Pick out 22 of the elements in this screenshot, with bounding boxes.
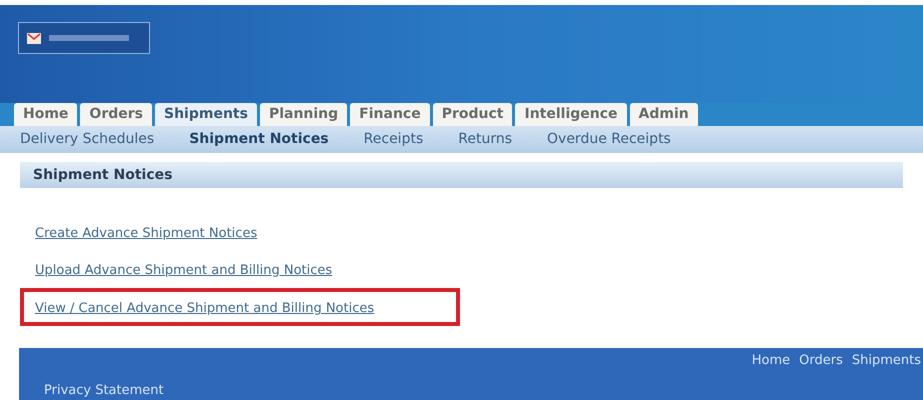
nav-tab[interactable]: Product: [432, 103, 512, 126]
footer-link[interactable]: Orders: [799, 351, 843, 370]
privacy-link[interactable]: Privacy Statement: [44, 380, 923, 400]
nav-tab[interactable]: Finance: [350, 103, 430, 126]
nav-tab[interactable]: Shipments: [154, 103, 257, 126]
subtab-link[interactable]: Delivery Schedules: [20, 129, 154, 150]
subtab-link[interactable]: Receipts: [364, 129, 424, 150]
subtab-link[interactable]: Overdue Receipts: [547, 129, 671, 150]
nav-tab[interactable]: Planning: [260, 103, 348, 126]
nav-tab[interactable]: Orders: [80, 103, 152, 126]
notice-link[interactable]: Create Advance Shipment Notices: [35, 226, 258, 241]
footer-link[interactable]: Shipments: [852, 351, 921, 370]
notice-link[interactable]: Upload Advance Shipment and Billing Notices: [35, 263, 332, 278]
nav-tab[interactable]: Home: [14, 103, 78, 126]
nav-tab[interactable]: Admin: [630, 103, 698, 126]
notice-link[interactable]: View / Cancel Advance Shipment and Billing Notices: [35, 301, 374, 316]
footer-link[interactable]: Home: [752, 351, 790, 370]
nav-tab[interactable]: Intelligence: [515, 103, 627, 126]
envelope-icon: [27, 32, 41, 44]
section-title: Shipment Notices: [33, 166, 172, 184]
subtab-link[interactable]: Shipment Notices: [189, 129, 329, 150]
subtab-link[interactable]: Returns: [458, 129, 512, 150]
